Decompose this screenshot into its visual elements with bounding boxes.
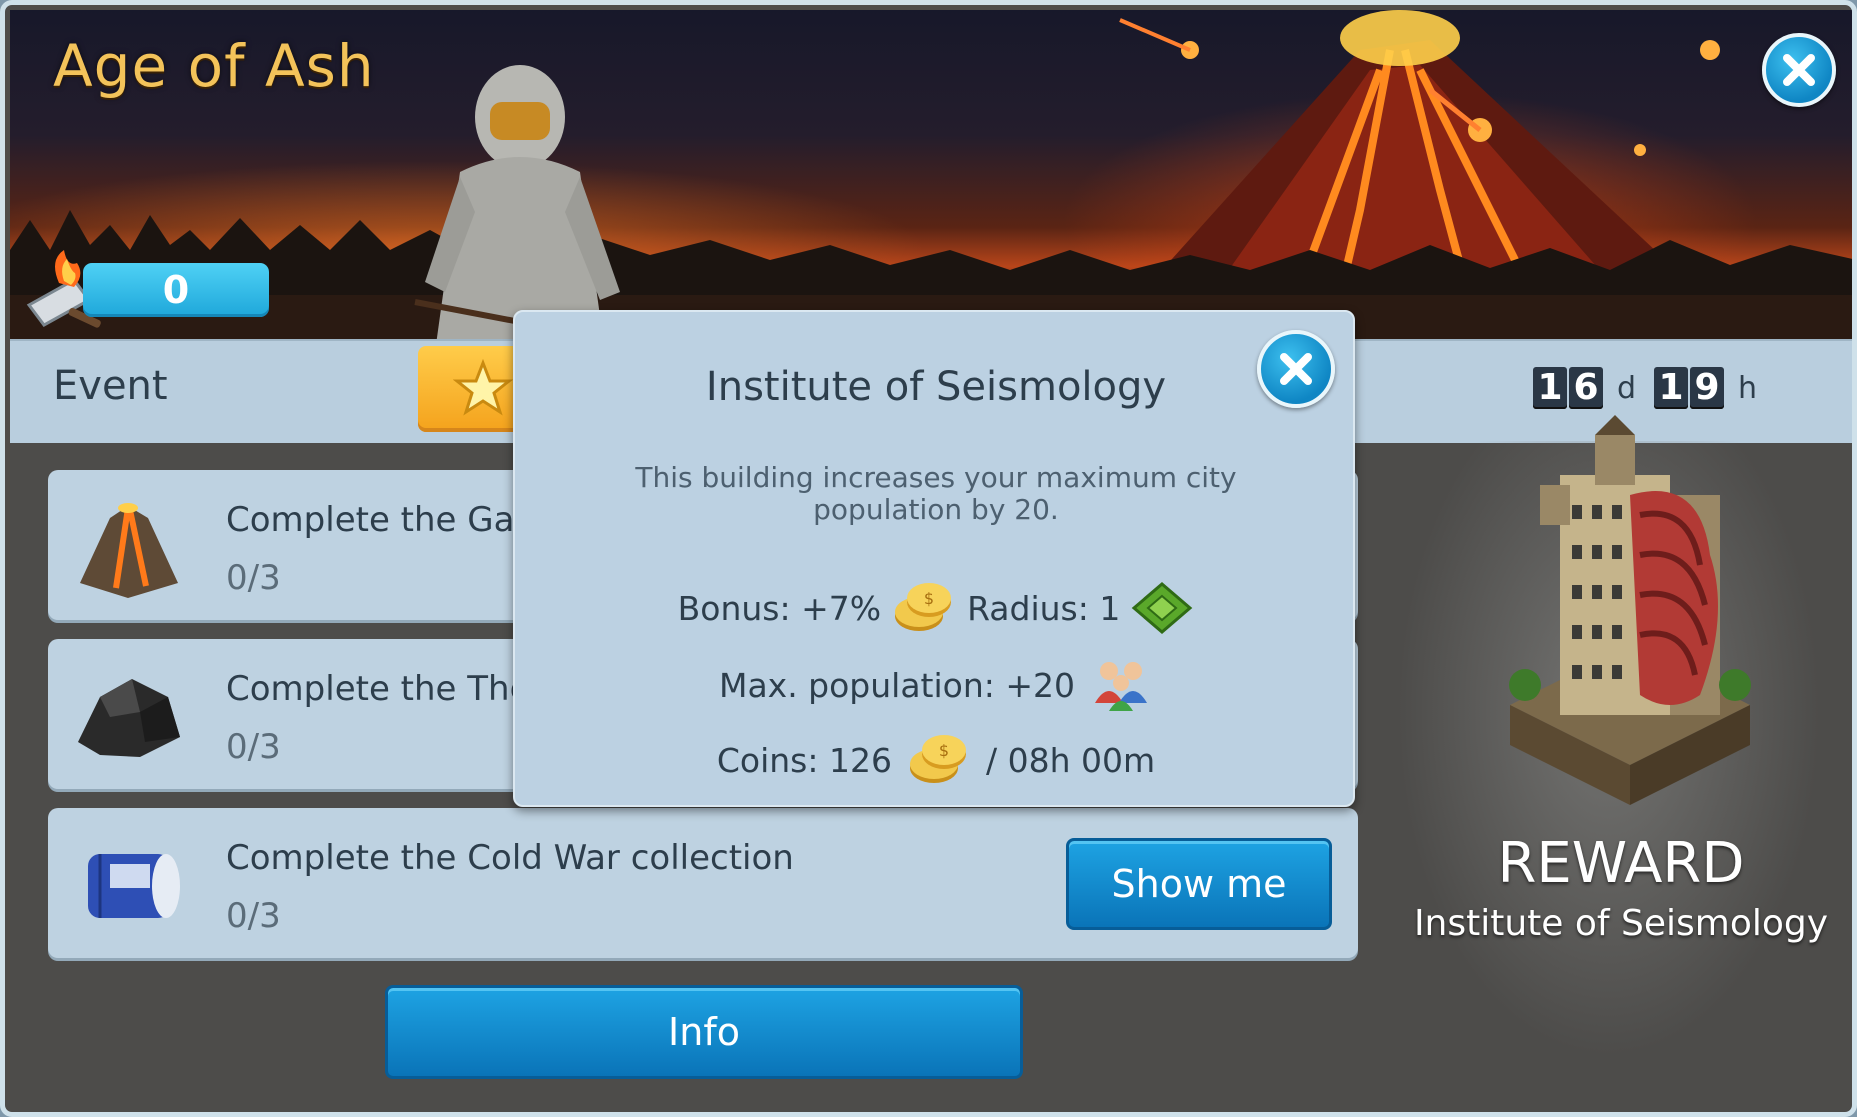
close-icon [1783, 54, 1815, 86]
event-timer: 16 d 19 h [1533, 367, 1767, 409]
star-tab-button[interactable] [418, 346, 528, 432]
close-popup-button[interactable] [1257, 330, 1335, 408]
reward-building-name: Institute of Seismology [1413, 903, 1829, 944]
barrel-icon [88, 854, 180, 918]
coins-row: Coins: 126 $ / 08h 00m [515, 732, 1357, 788]
radius-icon [1132, 582, 1193, 634]
info-button[interactable]: Info [385, 985, 1023, 1079]
show-me-button[interactable]: Show me [1066, 838, 1332, 930]
event-title: Age of Ash [53, 32, 375, 100]
task-progress: 0/3 [226, 727, 281, 767]
task-progress: 0/3 [226, 896, 281, 936]
timer-days: 16 [1533, 367, 1605, 409]
event-window: Age of Ash 0 Event 16 d 19 h REWARD Inst… [0, 0, 1857, 1117]
volcano-rock-icon [80, 503, 178, 598]
coins-icon: $ [895, 583, 952, 631]
coins-time-label: / 08h 00m [985, 740, 1156, 780]
bonus-label: Bonus: +7% [677, 588, 882, 628]
star-icon [453, 359, 513, 416]
reward-title: REWARD [1497, 831, 1745, 896]
coins-icon: $ [909, 735, 966, 783]
building-info-popup: Institute of Seismology This building in… [513, 310, 1355, 807]
svg-text:$: $ [924, 589, 934, 608]
timer-hours: 19 [1654, 367, 1726, 409]
close-window-button[interactable] [1762, 33, 1836, 107]
bonus-radius-row: Bonus: +7% $ Radius: 1 [515, 580, 1357, 636]
population-row: Max. population: +20 [515, 657, 1357, 713]
close-icon [1280, 353, 1312, 385]
task-progress: 0/3 [226, 558, 281, 598]
event-label: Event [53, 363, 168, 409]
black-rock-icon [78, 679, 180, 757]
timer-hours-unit: h [1738, 370, 1758, 406]
event-banner: Age of Ash [10, 10, 1852, 339]
svg-text:$: $ [939, 741, 949, 760]
coins-label: Coins: 126 [716, 740, 892, 780]
timer-days-unit: d [1617, 370, 1637, 406]
task-label: Complete the Cold War collection [226, 838, 794, 878]
popup-title: Institute of Seismology [705, 364, 1167, 410]
institute-of-seismology-illustration [1509, 415, 1751, 805]
radius-label: Radius: 1 [967, 588, 1121, 628]
population-icon [1095, 662, 1148, 711]
event-score: 0 [83, 263, 269, 317]
task-label: Complete the They' [226, 669, 560, 709]
max-population-label: Max. population: +20 [718, 665, 1076, 705]
popup-description: This building increases your maximum cit… [635, 461, 1237, 526]
hazmat-worker-illustration [414, 65, 626, 339]
